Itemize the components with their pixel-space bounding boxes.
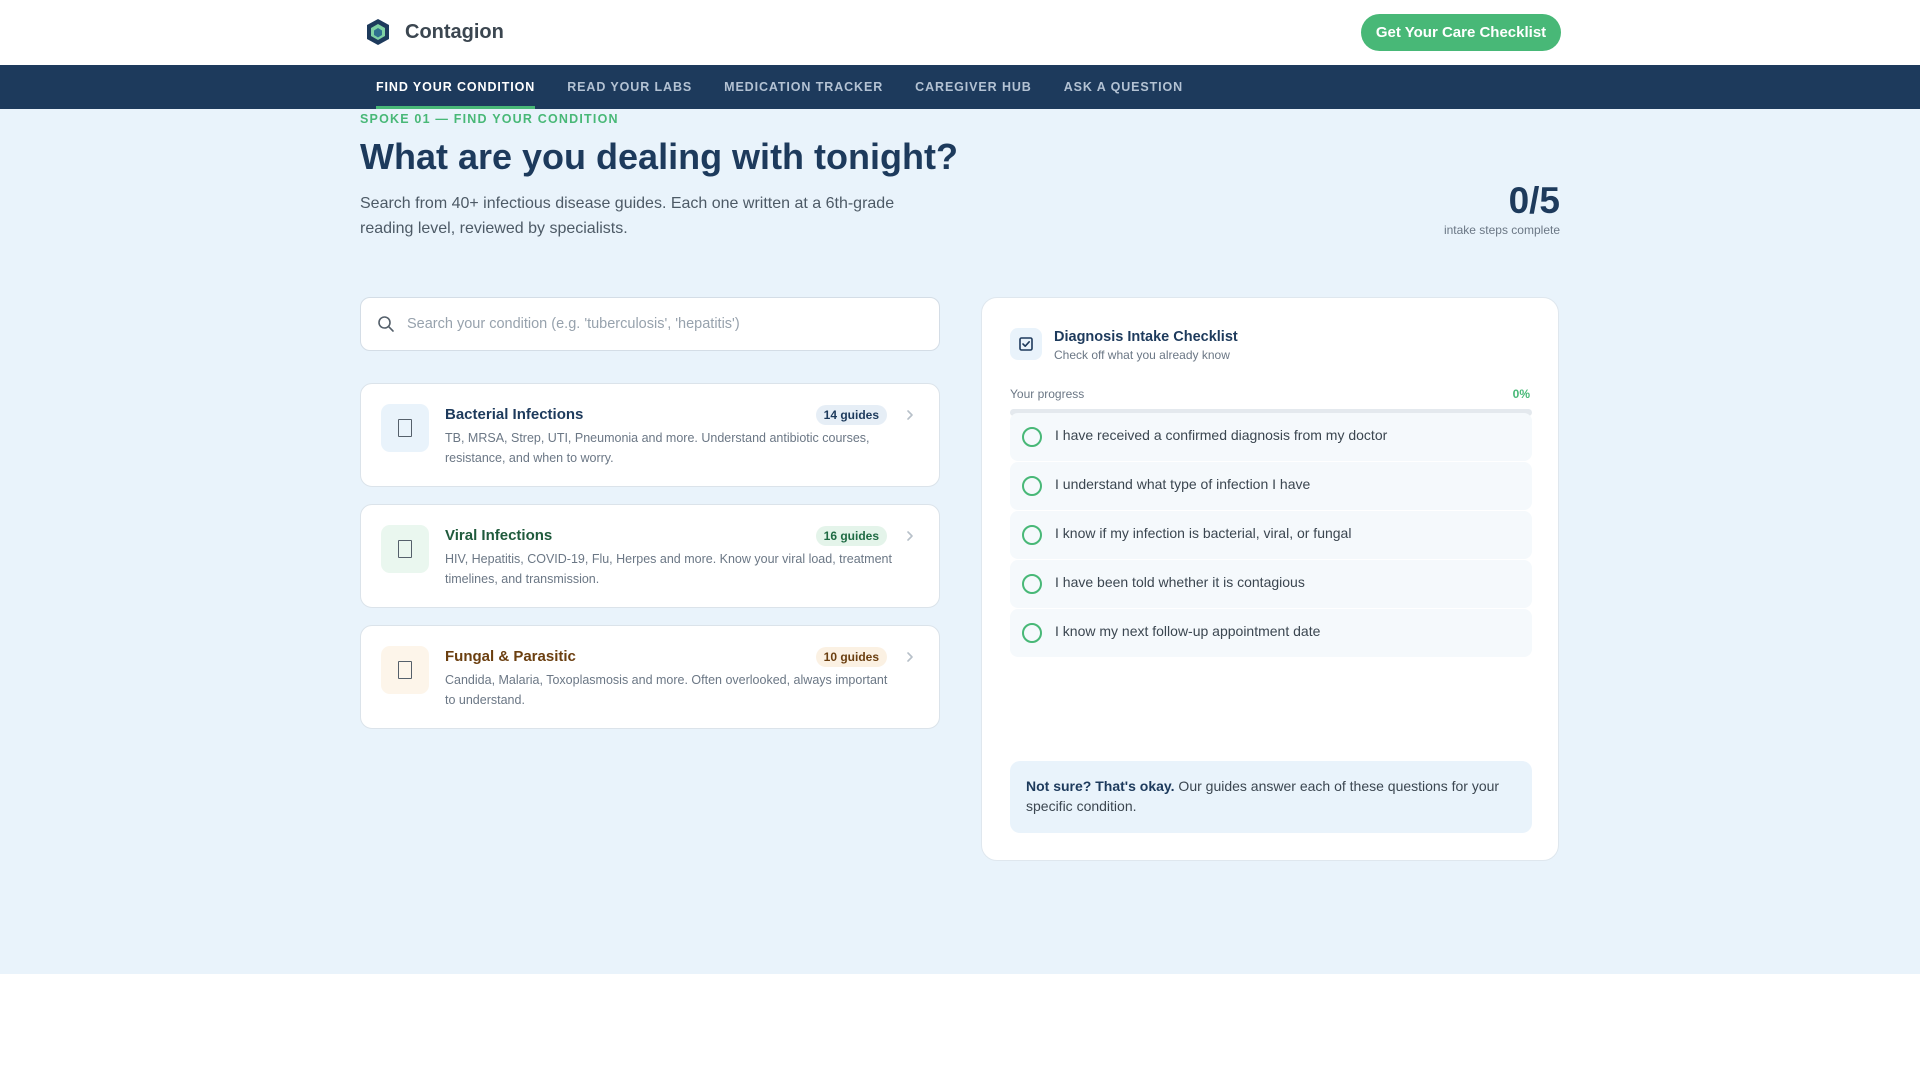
category-icon	[381, 404, 429, 452]
nav-caregiver-hub[interactable]: CAREGIVER HUB	[899, 65, 1048, 109]
document-icon	[398, 419, 412, 437]
category-description: Candida, Malaria, Toxoplasmosis and more…	[445, 673, 888, 707]
progress-percent: 0%	[1512, 387, 1530, 401]
checkbox-circle[interactable]	[1022, 476, 1042, 496]
checkbox-circle[interactable]	[1022, 525, 1042, 545]
guides-count-badge: 16 guides	[815, 526, 887, 546]
checklist-item-label: I understand what type of infection I ha…	[1055, 476, 1311, 492]
category-description: TB, MRSA, Strep, UTI, Pneumonia and more…	[445, 431, 870, 465]
category-title: Bacterial Infections	[445, 406, 584, 423]
care-checklist-button[interactable]: Get Your Care Checklist	[1361, 14, 1561, 51]
category-icon	[381, 525, 429, 573]
brand[interactable]: Contagion	[365, 18, 504, 46]
main-nav: FIND YOUR CONDITION READ YOUR LABS MEDIC…	[0, 65, 1920, 109]
checklist-title: Diagnosis Intake Checklist	[1054, 329, 1238, 345]
category-icon	[381, 646, 429, 694]
document-icon	[398, 540, 412, 558]
top-header: Contagion Get Your Care Checklist	[0, 0, 1920, 65]
category-description: HIV, Hepatitis, COVID-19, Flu, Herpes an…	[445, 552, 892, 586]
page-title: What are you dealing with tonight?	[360, 136, 958, 177]
search-box	[360, 297, 940, 351]
checklist-item-label: I have been told whether it is contagiou…	[1055, 574, 1305, 590]
chevron-right-icon	[907, 531, 913, 541]
section-eyebrow: SPOKE 01 — FIND YOUR CONDITION	[360, 112, 619, 126]
checkbox-circle[interactable]	[1022, 427, 1042, 447]
category-title: Fungal & Parasitic	[445, 648, 576, 665]
search-icon	[378, 316, 394, 332]
nav-medication-tracker[interactable]: MEDICATION TRACKER	[708, 65, 899, 109]
hexagon-logo-icon	[367, 19, 389, 45]
checklist-item-label: I have received a confirmed diagnosis fr…	[1055, 427, 1388, 443]
chevron-right-icon	[907, 410, 913, 420]
document-icon	[398, 661, 412, 679]
checklist-item-label: I know my next follow-up appointment dat…	[1055, 623, 1321, 639]
progress-label: Your progress	[1010, 387, 1085, 401]
guides-count-badge: 14 guides	[815, 405, 887, 425]
checklist-item[interactable]: I know my next follow-up appointment dat…	[1010, 609, 1532, 657]
checklist-item[interactable]: I know if my infection is bacterial, vir…	[1010, 511, 1532, 559]
intake-stat-value: 0/5	[1508, 180, 1560, 221]
category-title: Viral Infections	[445, 527, 553, 544]
main-content: SPOKE 01 — FIND YOUR CONDITION What are …	[0, 109, 1920, 974]
nav-find-your-condition[interactable]: FIND YOUR CONDITION	[360, 65, 551, 109]
brand-name: Contagion	[405, 20, 504, 43]
category-card-fungal-parasitic[interactable]: Fungal & Parasitic 10 guides Candida, Ma…	[360, 625, 940, 729]
checklist-subtitle: Check off what you already know	[1054, 348, 1230, 362]
checkbox-circle[interactable]	[1022, 623, 1042, 643]
checklist-item-label: I know if my infection is bacterial, vir…	[1055, 525, 1352, 541]
checklist-item[interactable]: I understand what type of infection I ha…	[1010, 462, 1532, 510]
checklist-item[interactable]: I have received a confirmed diagnosis fr…	[1010, 413, 1532, 461]
search-input[interactable]	[407, 316, 907, 332]
checkbox-icon	[1010, 328, 1042, 360]
intake-checklist-panel: Diagnosis Intake Checklist Check off wha…	[981, 297, 1559, 861]
category-card-viral[interactable]: Viral Infections 16 guides HIV, Hepatiti…	[360, 504, 940, 608]
chevron-right-icon	[907, 652, 913, 662]
checklist-item[interactable]: I have been told whether it is contagiou…	[1010, 560, 1532, 608]
reassurance-note: Not sure? That's okay. Our guides answer…	[1010, 761, 1532, 833]
note-bold: Not sure? That's okay.	[1026, 778, 1175, 794]
intake-stat-label: intake steps complete	[1443, 223, 1560, 237]
page-subtitle: Search from 40+ infectious disease guide…	[360, 195, 895, 237]
category-card-bacterial[interactable]: Bacterial Infections 14 guides TB, MRSA,…	[360, 383, 940, 487]
intake-stat: 0/5 intake steps complete	[1443, 180, 1560, 238]
guides-count-badge: 10 guides	[815, 647, 887, 667]
nav-ask-a-question[interactable]: ASK A QUESTION	[1048, 65, 1199, 109]
checkbox-circle[interactable]	[1022, 574, 1042, 594]
nav-read-your-labs[interactable]: READ YOUR LABS	[551, 65, 708, 109]
